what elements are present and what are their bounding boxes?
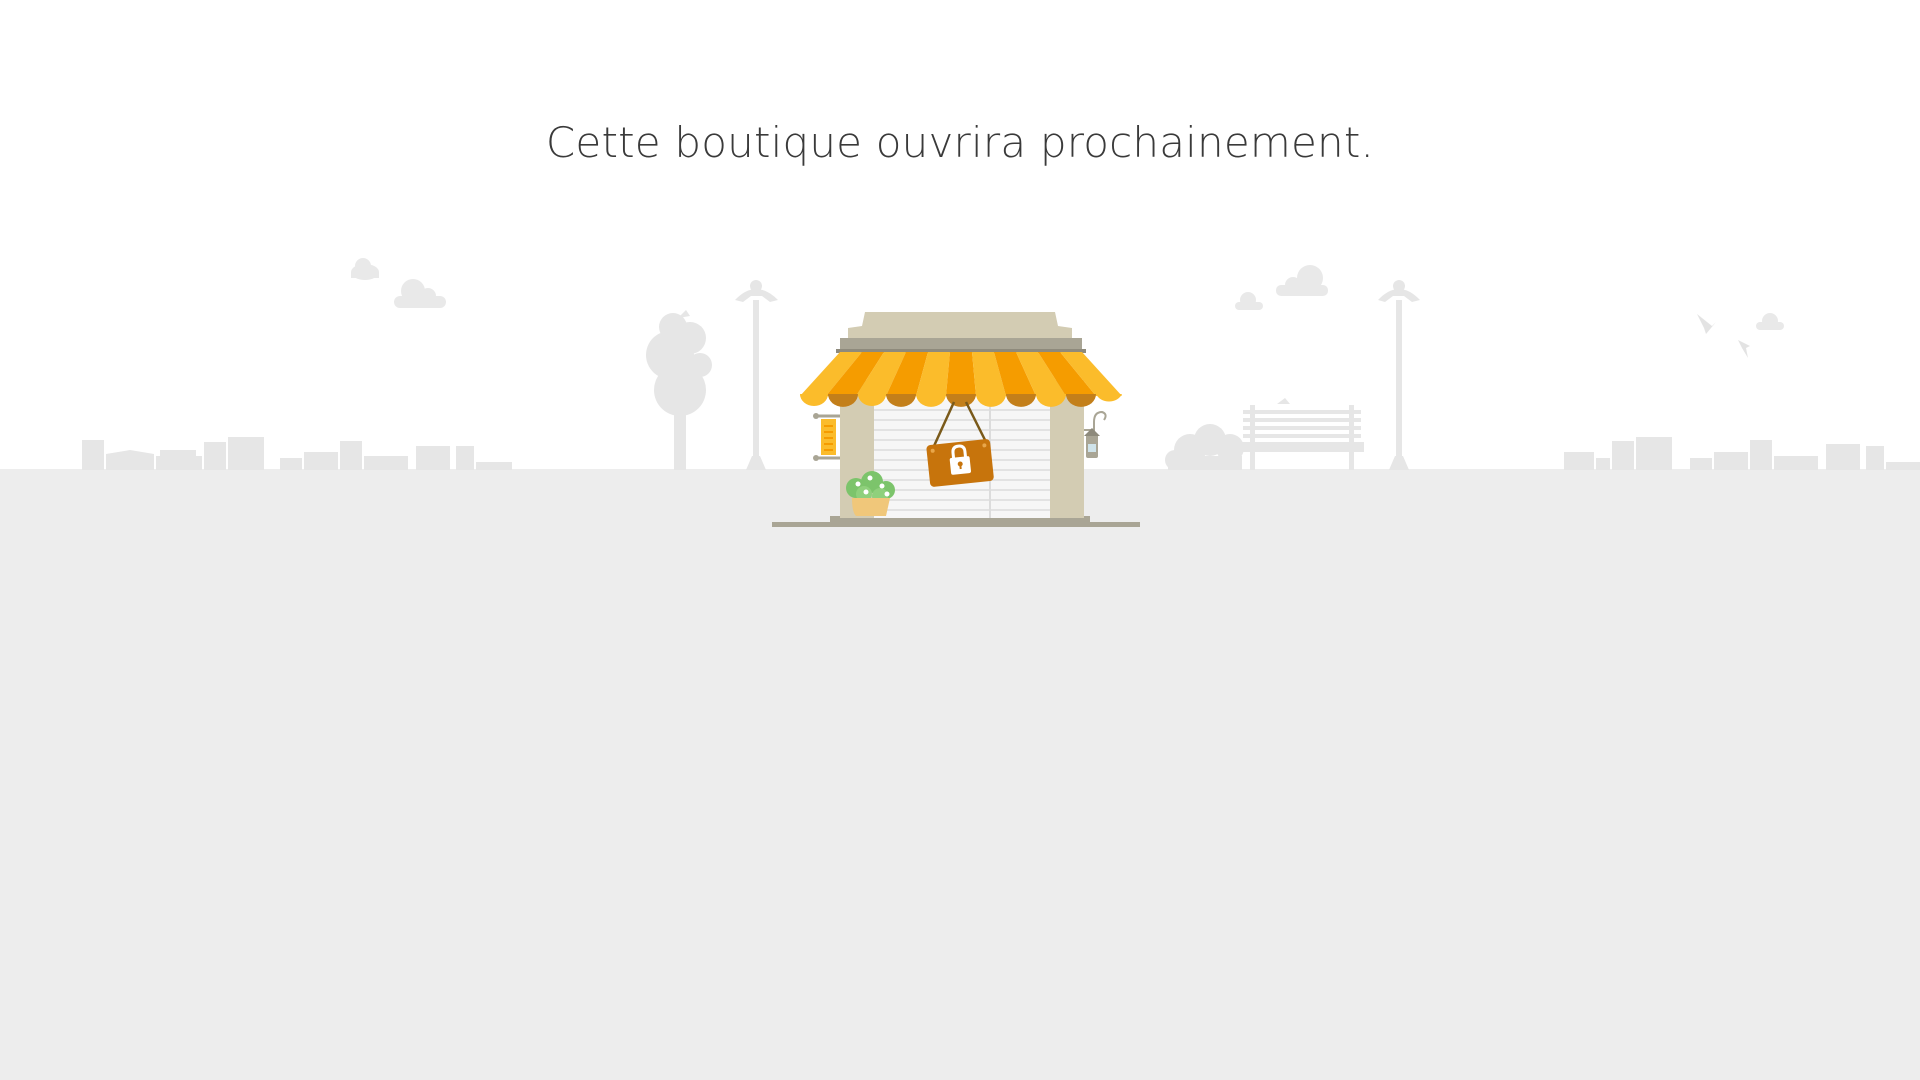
cloud-icon [394, 279, 446, 308]
street-lamp-icon [1378, 280, 1420, 470]
shop-roof [836, 312, 1086, 353]
cloud-icon [1235, 292, 1263, 310]
awning [800, 352, 1122, 396]
hanging-banner-icon [813, 413, 840, 461]
storefront-illustration [82, 258, 1920, 527]
bush-icon [1165, 424, 1244, 470]
coming-soon-page: Cette boutique ouvrira prochainement. [0, 0, 1920, 1080]
awning-scallops [800, 394, 1122, 407]
left-skyline [82, 437, 512, 470]
bench-icon [1240, 398, 1364, 470]
lantern-icon [1084, 410, 1107, 458]
right-skyline [1564, 437, 1920, 470]
cloud-icon [1276, 265, 1328, 296]
tree-icon [646, 310, 712, 470]
cloud-icon [1756, 313, 1784, 330]
street-lamp-icon [735, 280, 778, 470]
cloud-icon [351, 258, 379, 280]
bird-icon [1697, 314, 1716, 334]
bird-icon [1738, 340, 1750, 358]
